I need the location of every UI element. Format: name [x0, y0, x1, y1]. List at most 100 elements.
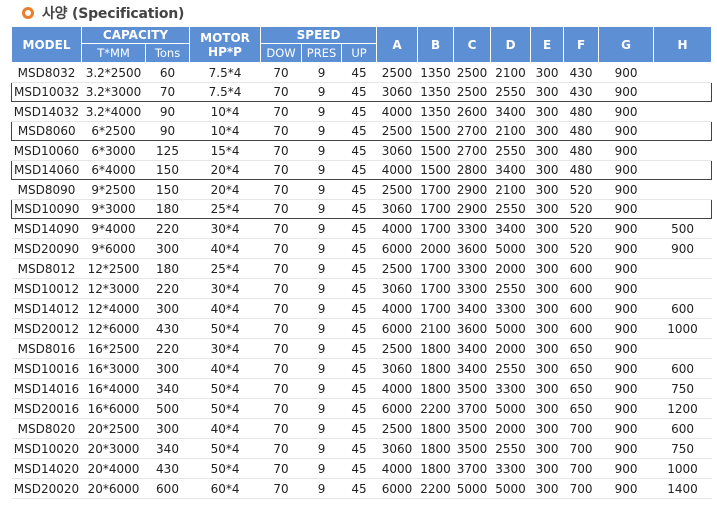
table-cell: 9: [301, 338, 342, 359]
table-cell: 45: [341, 318, 377, 339]
table-cell: 700: [563, 418, 599, 439]
table-cell: 3.2*4000: [81, 101, 146, 122]
table-cell: 1700: [417, 278, 454, 299]
table-cell: 900: [598, 62, 654, 83]
table-cell: 45: [341, 378, 377, 399]
table-cell: 70: [145, 82, 190, 102]
model-cell: MSD8060: [11, 121, 82, 141]
table-cell: 300: [530, 62, 564, 83]
table-cell: 750: [653, 438, 712, 459]
table-cell: 900: [598, 298, 654, 319]
table-cell: 45: [341, 160, 377, 180]
table-cell: 600: [145, 478, 190, 499]
table-cell: 10*4: [189, 101, 261, 122]
model-cell: MSD8032: [11, 62, 82, 83]
table-cell: 1000: [653, 458, 712, 479]
table-cell: 500: [653, 218, 712, 239]
table-cell: 900: [598, 418, 654, 439]
table-row: MSD10060 6*3000 125 15*4 70 9 45 3060 1500 2700 25…: [11, 140, 712, 161]
table-cell: 900: [598, 82, 654, 102]
table-cell: 30*4: [189, 338, 261, 359]
table-cell: 45: [341, 179, 377, 200]
model-cell: MSD8016: [11, 338, 82, 359]
table-cell: 70: [260, 199, 302, 219]
table-cell: 45: [341, 398, 377, 419]
table-cell: 4000: [376, 458, 418, 479]
table-cell: 1200: [653, 398, 712, 419]
section-title-text: 사양 (Specification): [42, 6, 185, 22]
table-row: MSD14012 12*4000 300 40*4 70 9 45 4000 1700 3400 3…: [11, 298, 712, 319]
table-row: MSD20016 16*6000 500 50*4 70 9 45 6000 2200 3700 5…: [11, 398, 712, 419]
table-cell: 70: [260, 160, 302, 180]
table-row: MSD8012 12*2500 180 25*4 70 9 45 2500 1700 3300 20…: [11, 258, 712, 279]
table-cell: 340: [145, 378, 190, 399]
table-cell: 45: [341, 278, 377, 299]
header-speed: SPEED: [260, 26, 378, 44]
table-cell: 70: [260, 378, 302, 399]
table-cell: 2900: [453, 179, 491, 200]
table-cell: 3300: [453, 218, 491, 239]
table-cell: 6000: [376, 238, 418, 259]
table-cell: 2200: [417, 478, 454, 499]
table-cell: 300: [530, 478, 564, 499]
table-cell: 9: [301, 199, 342, 219]
table-cell: 50*4: [189, 438, 261, 459]
table-cell: 2500: [376, 258, 418, 279]
table-cell: 300: [145, 418, 190, 439]
table-row: MSD8016 16*2500 220 30*4 70 9 45 2500 1800 3400 20…: [11, 338, 712, 359]
table-cell: 650: [563, 378, 599, 399]
table-cell: [653, 199, 713, 219]
table-cell: 4000: [376, 298, 418, 319]
table-cell: 300: [530, 298, 564, 319]
table-cell: 1800: [417, 438, 454, 459]
table-cell: 600: [563, 278, 599, 299]
table-cell: 6000: [376, 318, 418, 339]
table-cell: 650: [563, 398, 599, 419]
table-cell: 2550: [490, 278, 531, 299]
table-row: MSD10012 12*3000 220 30*4 70 9 45 3060 1700 3300 2…: [11, 278, 712, 299]
table-cell: 70: [260, 298, 302, 319]
table-cell: 1350: [417, 62, 454, 83]
table-cell: 300: [530, 358, 564, 379]
table-cell: 9*2500: [81, 179, 146, 200]
model-cell: MSD8020: [11, 418, 82, 439]
table-cell: 600: [653, 418, 712, 439]
table-row: MSD8060 6*2500 90 10*4 70 9 45 2500 1500 2700 2100…: [11, 121, 713, 141]
model-cell: MSD10032: [11, 82, 82, 102]
table-cell: 16*3000: [81, 358, 146, 379]
table-cell: 300: [145, 358, 190, 379]
table-cell: 3700: [453, 458, 491, 479]
model-cell: MSD20090: [11, 238, 82, 259]
table-cell: 40*4: [189, 418, 261, 439]
table-cell: 520: [563, 199, 599, 219]
table-cell: 900: [598, 238, 654, 259]
table-cell: 2200: [417, 398, 454, 419]
table-cell: 1500: [417, 121, 454, 141]
table-cell: 50*4: [189, 398, 261, 419]
table-cell: 3500: [453, 438, 491, 459]
table-cell: 300: [530, 238, 564, 259]
table-cell: 220: [145, 338, 190, 359]
table-row: MSD10016 16*3000 300 40*4 70 9 45 3060 1800 3400 2…: [11, 358, 712, 379]
table-cell: 750: [653, 378, 712, 399]
table-cell: 45: [341, 121, 377, 141]
table-cell: 3.2*2500: [81, 62, 146, 83]
table-cell: 2600: [453, 101, 491, 122]
table-cell: 9: [301, 478, 342, 499]
table-row: MSD8020 20*2500 300 40*4 70 9 45 2500 1800 3500 20…: [11, 418, 712, 439]
table-cell: 20*3000: [81, 438, 146, 459]
table-cell: 60: [145, 62, 190, 83]
table-cell: 3500: [453, 418, 491, 439]
table-cell: 9*6000: [81, 238, 146, 259]
table-cell: 45: [341, 338, 377, 359]
table-cell: 5000: [453, 478, 491, 499]
table-cell: 9: [301, 140, 342, 161]
header-f: F: [563, 26, 600, 63]
table-cell: 700: [563, 438, 599, 459]
header-tmm: T*MM: [81, 43, 146, 63]
table-cell: 45: [341, 199, 377, 219]
table-cell: 900: [653, 238, 712, 259]
table-cell: 2550: [490, 199, 531, 219]
table-row: MSD20020 20*6000 600 60*4 70 9 45 6000 2200 5000 5…: [11, 478, 712, 499]
table-cell: 3500: [453, 378, 491, 399]
